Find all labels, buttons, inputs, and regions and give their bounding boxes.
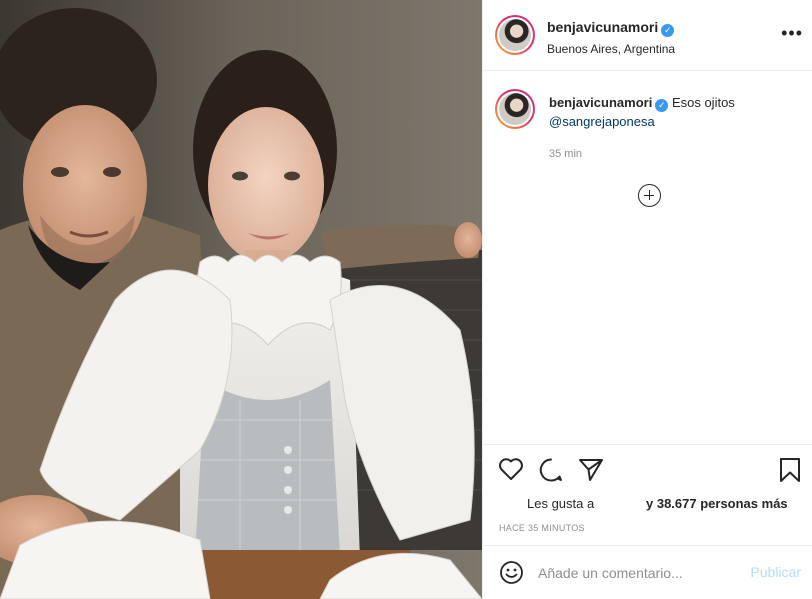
add-comment-row: Publicar — [483, 545, 812, 599]
post-details-panel: benjavicunamori ✓ Buenos Aires, Argentina… — [482, 0, 812, 599]
caption: benjavicunamori ✓ Esos ojitos @sangrejapo… — [549, 93, 799, 160]
post-header: benjavicunamori ✓ Buenos Aires, Argentina… — [483, 0, 812, 71]
bookmark-icon[interactable] — [779, 457, 801, 483]
post-actions: Les gusta a y 38.677 personas más HACE 3… — [483, 444, 812, 545]
heart-icon[interactable] — [498, 457, 524, 481]
caption-time: 35 min — [549, 148, 583, 160]
emoji-icon[interactable] — [499, 560, 524, 585]
caption-username[interactable]: benjavicunamori — [549, 95, 652, 110]
caption-mention[interactable]: @sangrejaponesa — [549, 114, 655, 129]
author-info: benjavicunamori ✓ Buenos Aires, Argentina — [547, 19, 675, 56]
post-photo-image — [0, 0, 482, 599]
likes-count[interactable]: y 38.677 personas más — [646, 496, 788, 511]
author-username[interactable]: benjavicunamori — [547, 19, 658, 35]
comment-input[interactable] — [538, 563, 738, 583]
more-options-icon[interactable]: ••• — [781, 24, 803, 42]
verified-badge-icon: ✓ — [661, 24, 675, 37]
post-time-ago[interactable]: HACE 35 MINUTOS — [499, 523, 585, 533]
comments-section: benjavicunamori ✓ Esos ojitos @sangrejapo… — [483, 72, 812, 444]
send-icon[interactable] — [578, 457, 604, 483]
post-location[interactable]: Buenos Aires, Argentina — [547, 42, 675, 56]
publish-button[interactable]: Publicar — [750, 564, 801, 580]
caption-text: Esos ojitos — [671, 95, 735, 110]
post-photo[interactable] — [0, 0, 482, 599]
likes-prefix: Les gusta a — [527, 496, 595, 511]
author-avatar[interactable] — [495, 15, 535, 55]
plus-circle-icon[interactable] — [638, 184, 661, 207]
caption-author-avatar[interactable] — [495, 89, 535, 129]
comment-icon[interactable] — [538, 457, 564, 483]
verified-badge-icon: ✓ — [655, 99, 669, 112]
